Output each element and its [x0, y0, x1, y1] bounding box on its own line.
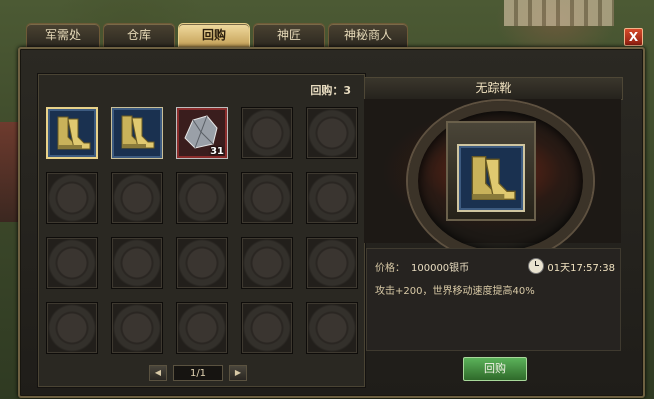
empty-slot[interactable] — [241, 237, 293, 289]
pagination: ◀ 1/1 ▶ — [149, 365, 247, 381]
empty-slot[interactable] — [46, 302, 98, 354]
item-description: 攻击+200，世界移动速度提高40% — [375, 286, 535, 297]
close-button[interactable]: X — [624, 28, 643, 46]
item-slot[interactable] — [111, 107, 163, 159]
tab-craftsman[interactable]: 神匠 — [253, 23, 325, 47]
chevron-right-icon: ▶ — [234, 368, 242, 377]
price-row: 价格： 100000银币 01天17:57:38 — [375, 257, 615, 275]
empty-slot[interactable] — [306, 302, 358, 354]
item-quantity: 31 — [210, 146, 224, 157]
price-value: 100000银币 — [411, 262, 470, 274]
buyback-count: 回购：3 — [310, 84, 351, 97]
boots-icon — [112, 108, 162, 156]
empty-slot[interactable] — [46, 172, 98, 224]
expiry-timer: 01天17:57:38 — [528, 258, 615, 274]
next-page-button[interactable]: ▶ — [229, 365, 247, 381]
item-info-panel: 价格： 100000银币 01天17:57:38 攻击+200，世界移动速度提高… — [366, 248, 621, 351]
empty-slot[interactable] — [241, 172, 293, 224]
prev-page-button[interactable]: ◀ — [149, 365, 167, 381]
buyback-button[interactable]: 回购 — [463, 357, 527, 381]
empty-slot[interactable] — [306, 107, 358, 159]
empty-slot[interactable] — [111, 237, 163, 289]
empty-slot[interactable] — [176, 172, 228, 224]
empty-slot[interactable] — [176, 237, 228, 289]
timer-value: 01天17:57:38 — [547, 262, 615, 274]
empty-slot[interactable] — [241, 302, 293, 354]
empty-slot[interactable] — [241, 107, 293, 159]
item-slot[interactable]: 31 — [176, 107, 228, 159]
empty-slot[interactable] — [306, 172, 358, 224]
empty-slot[interactable] — [111, 172, 163, 224]
boots-icon — [459, 146, 523, 210]
clock-icon — [528, 258, 545, 274]
selected-item-preview — [457, 144, 525, 212]
tab-warehouse[interactable]: 仓库 — [103, 23, 175, 47]
buyback-panel: 回购：3 31 ◀ 1/1 ▶ — [37, 73, 366, 388]
empty-slot[interactable] — [111, 302, 163, 354]
tab-mystery-merchant[interactable]: 神秘商人 — [328, 23, 408, 47]
price-label: 价格： — [375, 262, 405, 274]
item-slot[interactable] — [46, 107, 98, 159]
empty-slot[interactable] — [176, 302, 228, 354]
item-showcase — [364, 99, 621, 261]
page-indicator: 1/1 — [173, 365, 223, 381]
tab-buyback[interactable]: 回购 — [178, 23, 250, 47]
item-grid: 31 — [46, 107, 358, 354]
chevron-left-icon: ◀ — [154, 368, 162, 377]
item-name-title: 无踪靴 — [364, 77, 623, 100]
background-tents — [504, 0, 614, 26]
empty-slot[interactable] — [306, 237, 358, 289]
tab-bar: 军需处 仓库 回购 神匠 神秘商人 — [26, 23, 408, 47]
boots-icon — [48, 109, 96, 157]
empty-slot[interactable] — [46, 237, 98, 289]
tab-military-supply[interactable]: 军需处 — [26, 23, 100, 47]
